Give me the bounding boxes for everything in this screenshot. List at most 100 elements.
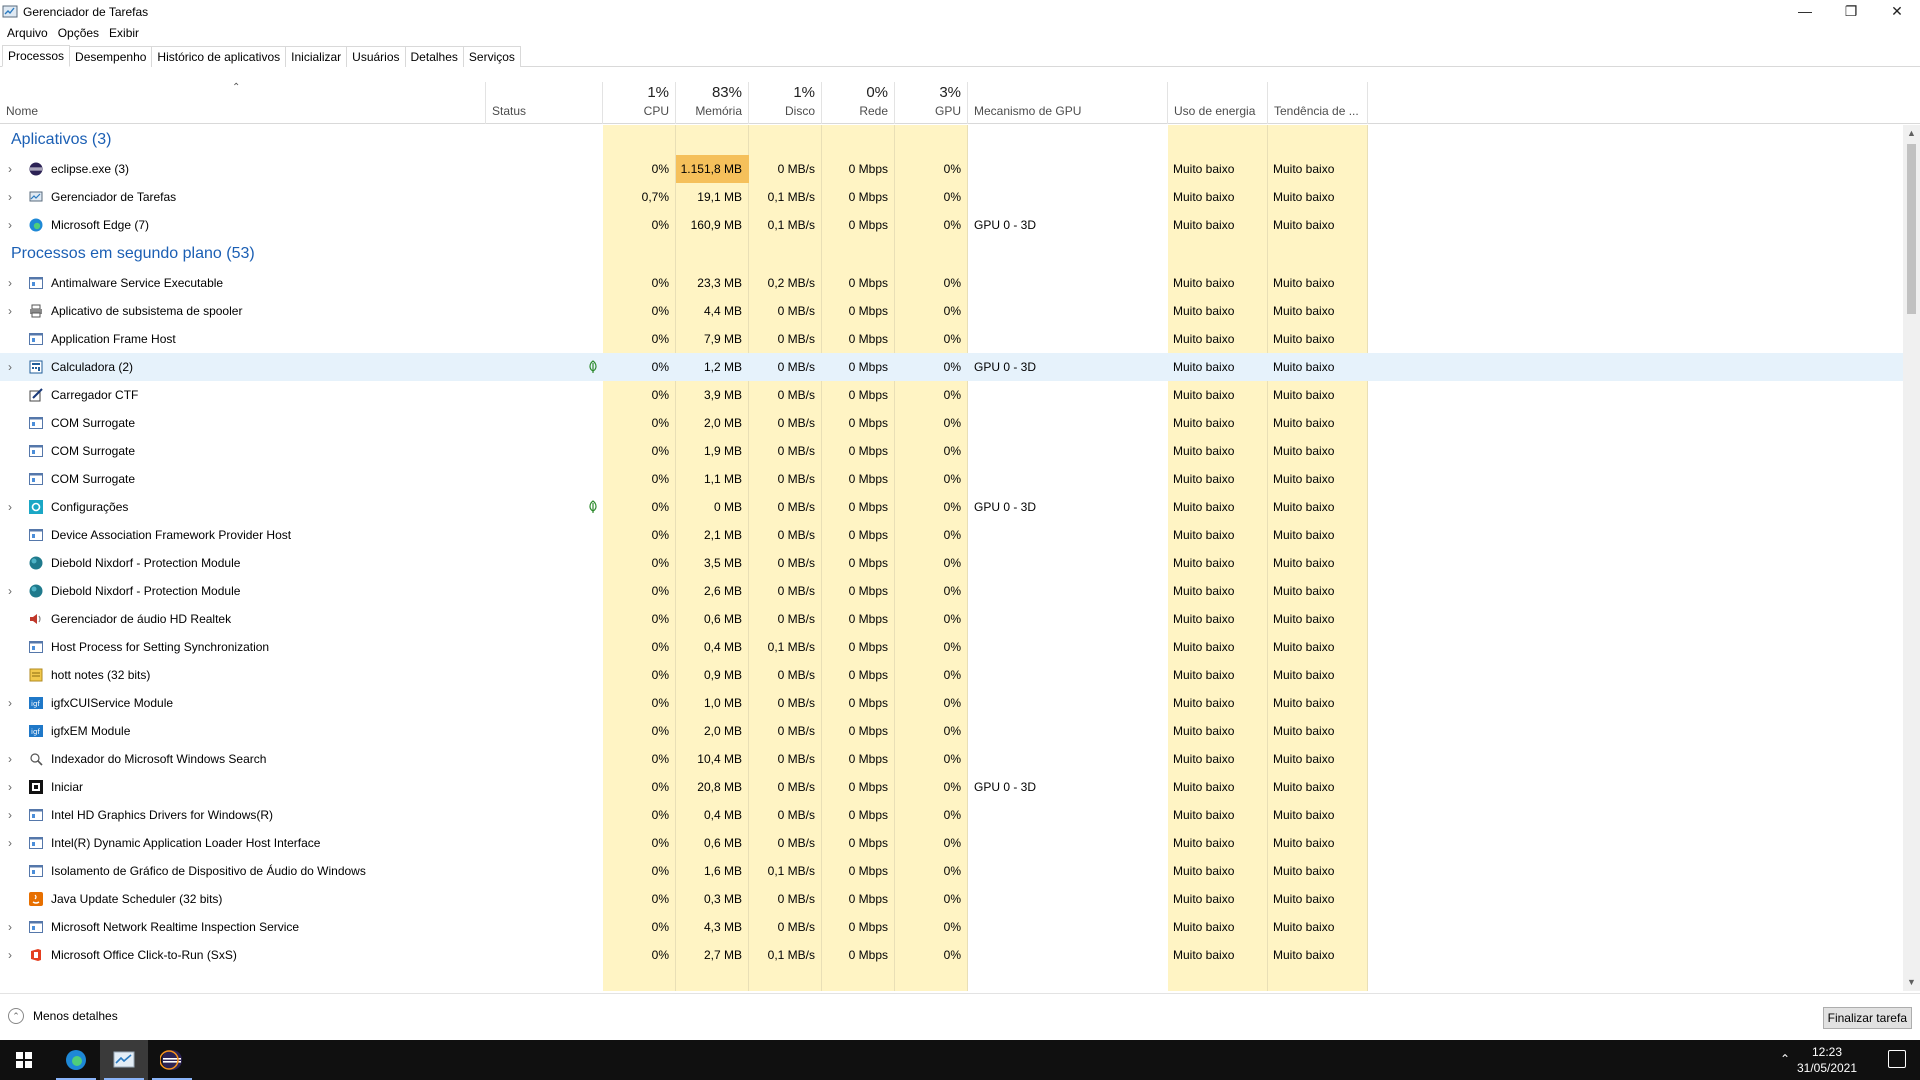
notification-icon[interactable] [1888,1050,1906,1068]
column-status[interactable]: Status [486,82,603,124]
tab-desempenho[interactable]: Desempenho [69,46,153,67]
chevron-right-icon[interactable]: › [8,941,12,969]
process-name: Antimalware Service Executable [51,276,224,290]
clock[interactable]: 12:23 31/05/2021 [1792,1044,1862,1076]
vertical-scrollbar[interactable]: ▲ ▼ [1903,125,1920,991]
taskbar-edge[interactable] [52,1040,100,1080]
tab-historico[interactable]: Histórico de aplicativos [151,46,287,67]
scroll-down-icon[interactable]: ▼ [1903,974,1920,991]
menu-exibir[interactable]: Exibir [104,26,144,40]
minimize-button[interactable]: — [1782,0,1828,22]
network-value: 0 Mbps [848,218,888,232]
chevron-right-icon[interactable]: › [8,269,12,297]
chevron-right-icon[interactable]: › [8,689,12,717]
column-disk[interactable]: 1% Disco [749,82,822,124]
chevron-right-icon[interactable]: › [8,913,12,941]
network-value: 0 Mbps [848,724,888,738]
tab-processos[interactable]: Processos [2,45,71,67]
menu-opcoes[interactable]: Opções [53,26,104,40]
table-row[interactable]: › Intel HD Graphics Drivers for Windows(R… [0,801,1903,829]
power-usage-value: Muito baixo [1173,920,1235,934]
tab-detalhes[interactable]: Detalhes [404,46,464,67]
tab-inicializar[interactable]: Inicializar [285,46,348,67]
table-row[interactable]: Isolamento de Gráfico de Dispositivo de … [0,857,1903,885]
table-row[interactable]: COM Surrogate 0% 2,0 MB 0 MB/s 0 Mbps 0% Muito… [0,409,1903,437]
app-window-icon [29,836,43,850]
taskbar-task-manager[interactable] [100,1040,148,1080]
table-row[interactable]: Device Association Framework Provider Ho… [0,521,1903,549]
table-row[interactable]: › Intel(R) Dynamic Application Loader Hos… [0,829,1903,857]
column-power[interactable]: Uso de energia [1168,82,1268,124]
table-row[interactable]: › Microsoft Network Realtime Inspection S… [0,913,1903,941]
table-row[interactable]: › Aplicativo de subsistema de spooler 0% 4,… [0,297,1903,325]
end-task-button[interactable]: Finalizar tarefa [1822,1007,1912,1029]
gpu-value: 0% [943,388,961,402]
table-row[interactable]: Application Frame Host 0% 7,9 MB 0 MB/s 0 Mb… [0,325,1903,353]
process-name: Gerenciador de Tarefas [51,190,177,204]
app-window-icon [29,640,43,654]
column-gpu-engine[interactable]: Mecanismo de GPU [968,82,1168,124]
chevron-right-icon[interactable]: › [8,493,12,521]
start-button[interactable] [0,1040,48,1080]
process-name: COM Surrogate [51,472,136,486]
column-power-trend[interactable]: Tendência de ... [1268,82,1368,124]
chevron-right-icon[interactable]: › [8,211,12,239]
tab-servicos[interactable]: Serviços [462,46,521,67]
disk-value: 0 MB/s [777,472,815,486]
gpu-value: 0% [943,640,961,654]
group-header[interactable]: Processos em segundo plano (53) [0,239,1903,269]
table-row[interactable]: › Indexador do Microsoft Windows Search 0%… [0,745,1903,773]
cpu-value: 0% [651,892,669,906]
chevron-right-icon[interactable]: › [8,183,12,211]
table-row[interactable]: › Calculadora (2) 0% 1,2 MB 0 MB/s 0 Mbps 0% GP… [0,353,1903,381]
taskbar-eclipse[interactable] [148,1040,196,1080]
power-usage-value: Muito baixo [1173,836,1235,850]
column-cpu[interactable]: 1% CPU [603,82,676,124]
chevron-right-icon[interactable]: › [8,155,12,183]
table-row[interactable]: Diebold Nixdorf - Protection Module 0% 3,5… [0,549,1903,577]
chevron-right-icon[interactable]: › [8,353,12,381]
table-row[interactable]: › Diebold Nixdorf - Protection Module 0% 2,… [0,577,1903,605]
chevron-right-icon[interactable]: › [8,773,12,801]
footer: ⌃ Menos detalhes Finalizar tarefa [0,993,1920,1040]
menu-arquivo[interactable]: Arquivo [2,26,53,40]
table-row[interactable]: › Microsoft Edge (7) 0% 160,9 MB 0,1 MB/s 0 M… [0,211,1903,239]
memory-value: 0,4 MB [703,640,742,654]
power-usage-value: Muito baixo [1173,162,1235,176]
column-gpu[interactable]: 3% GPU [895,82,968,124]
table-row[interactable]: Java Update Scheduler (32 bits) 0% 0,3 MB 0… [0,885,1903,913]
table-row[interactable]: › Configurações 0% 0 MB 0 MB/s 0 Mbps 0% GPU 0 … [0,493,1903,521]
table-row[interactable]: igf igfxEM Module 0% 2,0 MB 0 MB/s 0 Mbps 0% Mu… [0,717,1903,745]
chevron-right-icon[interactable]: › [8,297,12,325]
chevron-right-icon[interactable]: › [8,801,12,829]
table-row[interactable]: › Microsoft Office Click-to-Run (SxS) 0% 2,… [0,941,1903,969]
less-details-button[interactable]: ⌃ Menos detalhes [8,1008,118,1024]
power-usage-value: Muito baixo [1173,808,1235,822]
tab-usuarios[interactable]: Usuários [346,46,406,67]
table-row[interactable]: › eclipse.exe (3) 0% 1.151,8 MB 0 MB/s 0 Mbps… [0,155,1903,183]
table-row[interactable]: › Gerenciador de Tarefas 0,7% 19,1 MB 0,1 MB… [0,183,1903,211]
disk-value: 0 MB/s [777,696,815,710]
table-row[interactable]: Gerenciador de áudio HD Realtek 0% 0,6 MB 0… [0,605,1903,633]
table-row[interactable]: › igf igfxCUIService Module 0% 1,0 MB 0 MB/s 0… [0,689,1903,717]
table-row[interactable]: Host Process for Setting Synchronization… [0,633,1903,661]
edge-icon [29,218,43,232]
table-row[interactable]: COM Surrogate 0% 1,9 MB 0 MB/s 0 Mbps 0% Muito… [0,437,1903,465]
column-network[interactable]: 0% Rede [822,82,895,124]
table-row[interactable]: hott notes (32 bits) 0% 0,9 MB 0 MB/s 0 Mbps… [0,661,1903,689]
column-name[interactable]: Nome [0,82,486,124]
table-row[interactable]: › Iniciar 0% 20,8 MB 0 MB/s 0 Mbps 0% GPU 0 - 3… [0,773,1903,801]
chevron-up-icon[interactable]: ⌃ [1780,1052,1790,1066]
scroll-up-icon[interactable]: ▲ [1903,125,1920,142]
group-header[interactable]: Aplicativos (3) [0,125,1903,155]
restore-button[interactable]: ❐ [1828,0,1874,22]
chevron-right-icon[interactable]: › [8,745,12,773]
chevron-right-icon[interactable]: › [8,577,12,605]
table-row[interactable]: Carregador CTF 0% 3,9 MB 0 MB/s 0 Mbps 0% Muit… [0,381,1903,409]
table-row[interactable]: COM Surrogate 0% 1,1 MB 0 MB/s 0 Mbps 0% Muito… [0,465,1903,493]
column-memory[interactable]: 83% Memória [676,82,749,124]
close-button[interactable]: ✕ [1874,0,1920,22]
chevron-right-icon[interactable]: › [8,829,12,857]
table-row[interactable]: › Antimalware Service Executable 0% 23,3 MB… [0,269,1903,297]
scroll-thumb[interactable] [1907,144,1916,314]
